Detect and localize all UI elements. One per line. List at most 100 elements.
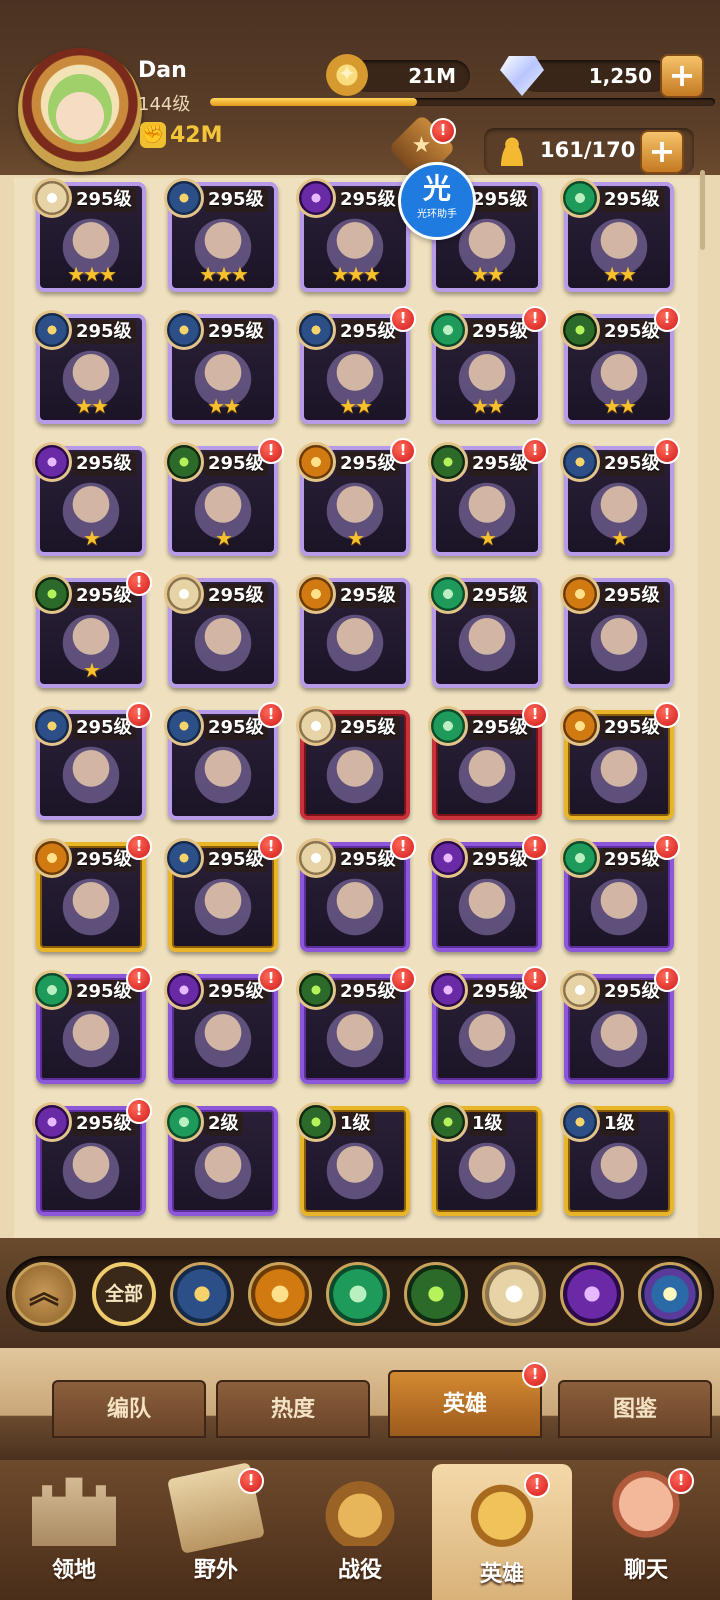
hero-stars: ★ [215, 526, 233, 550]
hero-card[interactable]: 295级 ★★! [428, 306, 548, 424]
hero-card[interactable]: 295级! [428, 834, 548, 952]
hero-card[interactable]: 295级 [560, 574, 674, 688]
upgrade-alert-badge: ! [654, 834, 680, 860]
hero-card[interactable]: 295级 [296, 706, 410, 820]
hero-level: 295级 [336, 584, 400, 608]
tab-collection[interactable]: 图鉴 [558, 1380, 712, 1438]
player-level: 144级 [138, 94, 191, 115]
hero-level: 295级 [72, 188, 136, 212]
dimensional-faction-icon[interactable] [638, 1262, 702, 1326]
hypogean-faction-icon[interactable] [560, 1262, 624, 1326]
upgrade-alert-badge: ! [126, 966, 152, 992]
hero-stars: ★★★ [331, 262, 381, 286]
hero-card[interactable]: 295级 ★★★ [32, 178, 146, 292]
player-avatar[interactable] [18, 48, 142, 172]
user-icon [498, 136, 526, 166]
hero-card[interactable]: 295级 ★ [32, 442, 146, 556]
hero-card[interactable]: 295级! [428, 702, 548, 820]
lightbearer-faction-icon [296, 310, 336, 350]
mauler-faction-icon[interactable] [248, 1262, 312, 1326]
hero-card[interactable]: 295级! [560, 834, 680, 952]
mauler-faction-icon [560, 574, 600, 614]
hero-level: 295级 [468, 584, 532, 608]
hero-card[interactable]: 295级! [428, 966, 548, 1084]
hero-card[interactable]: 295级! [164, 966, 284, 1084]
hero-card[interactable]: 295级! [296, 834, 416, 952]
nav-territory[interactable]: 领地 [4, 1460, 144, 1600]
celestial-faction-icon [560, 970, 600, 1010]
hypogean-faction-icon [164, 970, 204, 1010]
nav-heroes[interactable]: 英雄 ! [432, 1464, 572, 1600]
hero-card[interactable]: 1级 [428, 1102, 542, 1216]
hero-card[interactable]: 295级 [164, 574, 278, 688]
hero-card[interactable]: 295级! [32, 1098, 152, 1216]
add-diamonds-button[interactable]: + [660, 54, 704, 98]
upgrade-alert-badge: ! [522, 966, 548, 992]
nav-campaign[interactable]: 战役 [290, 1460, 430, 1600]
grid-scrollbar[interactable] [700, 170, 705, 250]
hero-level: 295级 [336, 188, 400, 212]
graveborn-faction-icon [428, 442, 468, 482]
wilder-faction-icon[interactable] [326, 1262, 390, 1326]
hero-card[interactable]: 295级 ★! [428, 438, 548, 556]
graveborn-faction-icon[interactable] [404, 1262, 468, 1326]
gold-counter: 21M [350, 60, 470, 92]
tab-popularity[interactable]: 热度 [216, 1380, 370, 1438]
hero-card[interactable]: 295级 ★★★ [164, 178, 278, 292]
hero-card[interactable]: 295级 ★! [296, 438, 416, 556]
hero-card[interactable]: 1级 [560, 1102, 674, 1216]
hero-card[interactable]: 295级 ★★! [296, 306, 416, 424]
hero-card[interactable]: 295级! [164, 702, 284, 820]
hero-card[interactable]: 295级! [32, 834, 152, 952]
hero-level: 295级 [600, 188, 664, 212]
hero-card[interactable]: 295级! [32, 702, 152, 820]
upgrade-alert-badge: ! [258, 702, 284, 728]
hero-portrait [58, 742, 124, 808]
collapse-chevron-button[interactable]: ︽ [12, 1262, 76, 1326]
hero-card[interactable]: 295级! [560, 966, 680, 1084]
wilder-faction-icon [560, 838, 600, 878]
lightbearer-faction-icon [32, 310, 72, 350]
hero-card[interactable]: 295级 [296, 574, 410, 688]
nav-heroes-label: 英雄 [479, 1562, 524, 1587]
upgrade-alert-badge: ! [522, 834, 548, 860]
tab-heroes[interactable]: 英雄 ! [388, 1362, 548, 1438]
hero-card[interactable]: 295级! [296, 966, 416, 1084]
mauler-faction-icon [32, 838, 72, 878]
hero-card[interactable]: 295级! [164, 834, 284, 952]
hero-card[interactable]: 295级 ★★ [164, 310, 278, 424]
hero-card[interactable]: 1级 [296, 1102, 410, 1216]
filter-all-button[interactable]: 全部 [92, 1262, 156, 1326]
lightbearer-faction-icon [32, 706, 72, 746]
hero-stars: ★★ [471, 262, 505, 286]
hero-level: 295级 [600, 584, 664, 608]
wilder-faction-icon [428, 706, 468, 746]
upgrade-alert-badge: ! [390, 966, 416, 992]
hero-subtabs: 编队 热度 英雄 ! 图鉴 [0, 1348, 720, 1460]
hero-level: 295级 [204, 584, 268, 608]
hero-card[interactable]: 295级 ★★ [560, 178, 674, 292]
hero-card[interactable]: 295级! [32, 966, 152, 1084]
hero-stars: ★ [479, 526, 497, 550]
nav-wilderness[interactable]: 野外 ! [146, 1460, 286, 1600]
watermark-logo[interactable]: 光 光环助手 [398, 162, 476, 240]
nav-chat-label: 聊天 [623, 1558, 668, 1583]
hero-card[interactable]: 295级 [428, 574, 542, 688]
tab-formation[interactable]: 编队 [52, 1380, 206, 1438]
hero-card[interactable]: 2级 [164, 1102, 278, 1216]
hero-card[interactable]: 295级 ★★ [32, 310, 146, 424]
graveborn-faction-icon [296, 970, 336, 1010]
nav-chat[interactable]: 聊天 ! [576, 1460, 716, 1600]
celestial-faction-icon[interactable] [482, 1262, 546, 1326]
expand-roster-button[interactable]: + [640, 130, 684, 174]
hero-card[interactable]: 295级 ★! [560, 438, 680, 556]
hero-card[interactable]: 295级 ★★! [560, 306, 680, 424]
hero-portrait [190, 610, 256, 676]
upgrade-alert-badge: ! [390, 306, 416, 332]
lightbearer-faction-icon[interactable] [170, 1262, 234, 1326]
hero-card[interactable]: 295级 ★★★ [296, 178, 410, 292]
hero-card[interactable]: 295级 ★! [164, 438, 284, 556]
hero-card[interactable]: 295级 ★! [32, 570, 152, 688]
hero-stars: ★ [347, 526, 365, 550]
hero-card[interactable]: 295级! [560, 702, 680, 820]
